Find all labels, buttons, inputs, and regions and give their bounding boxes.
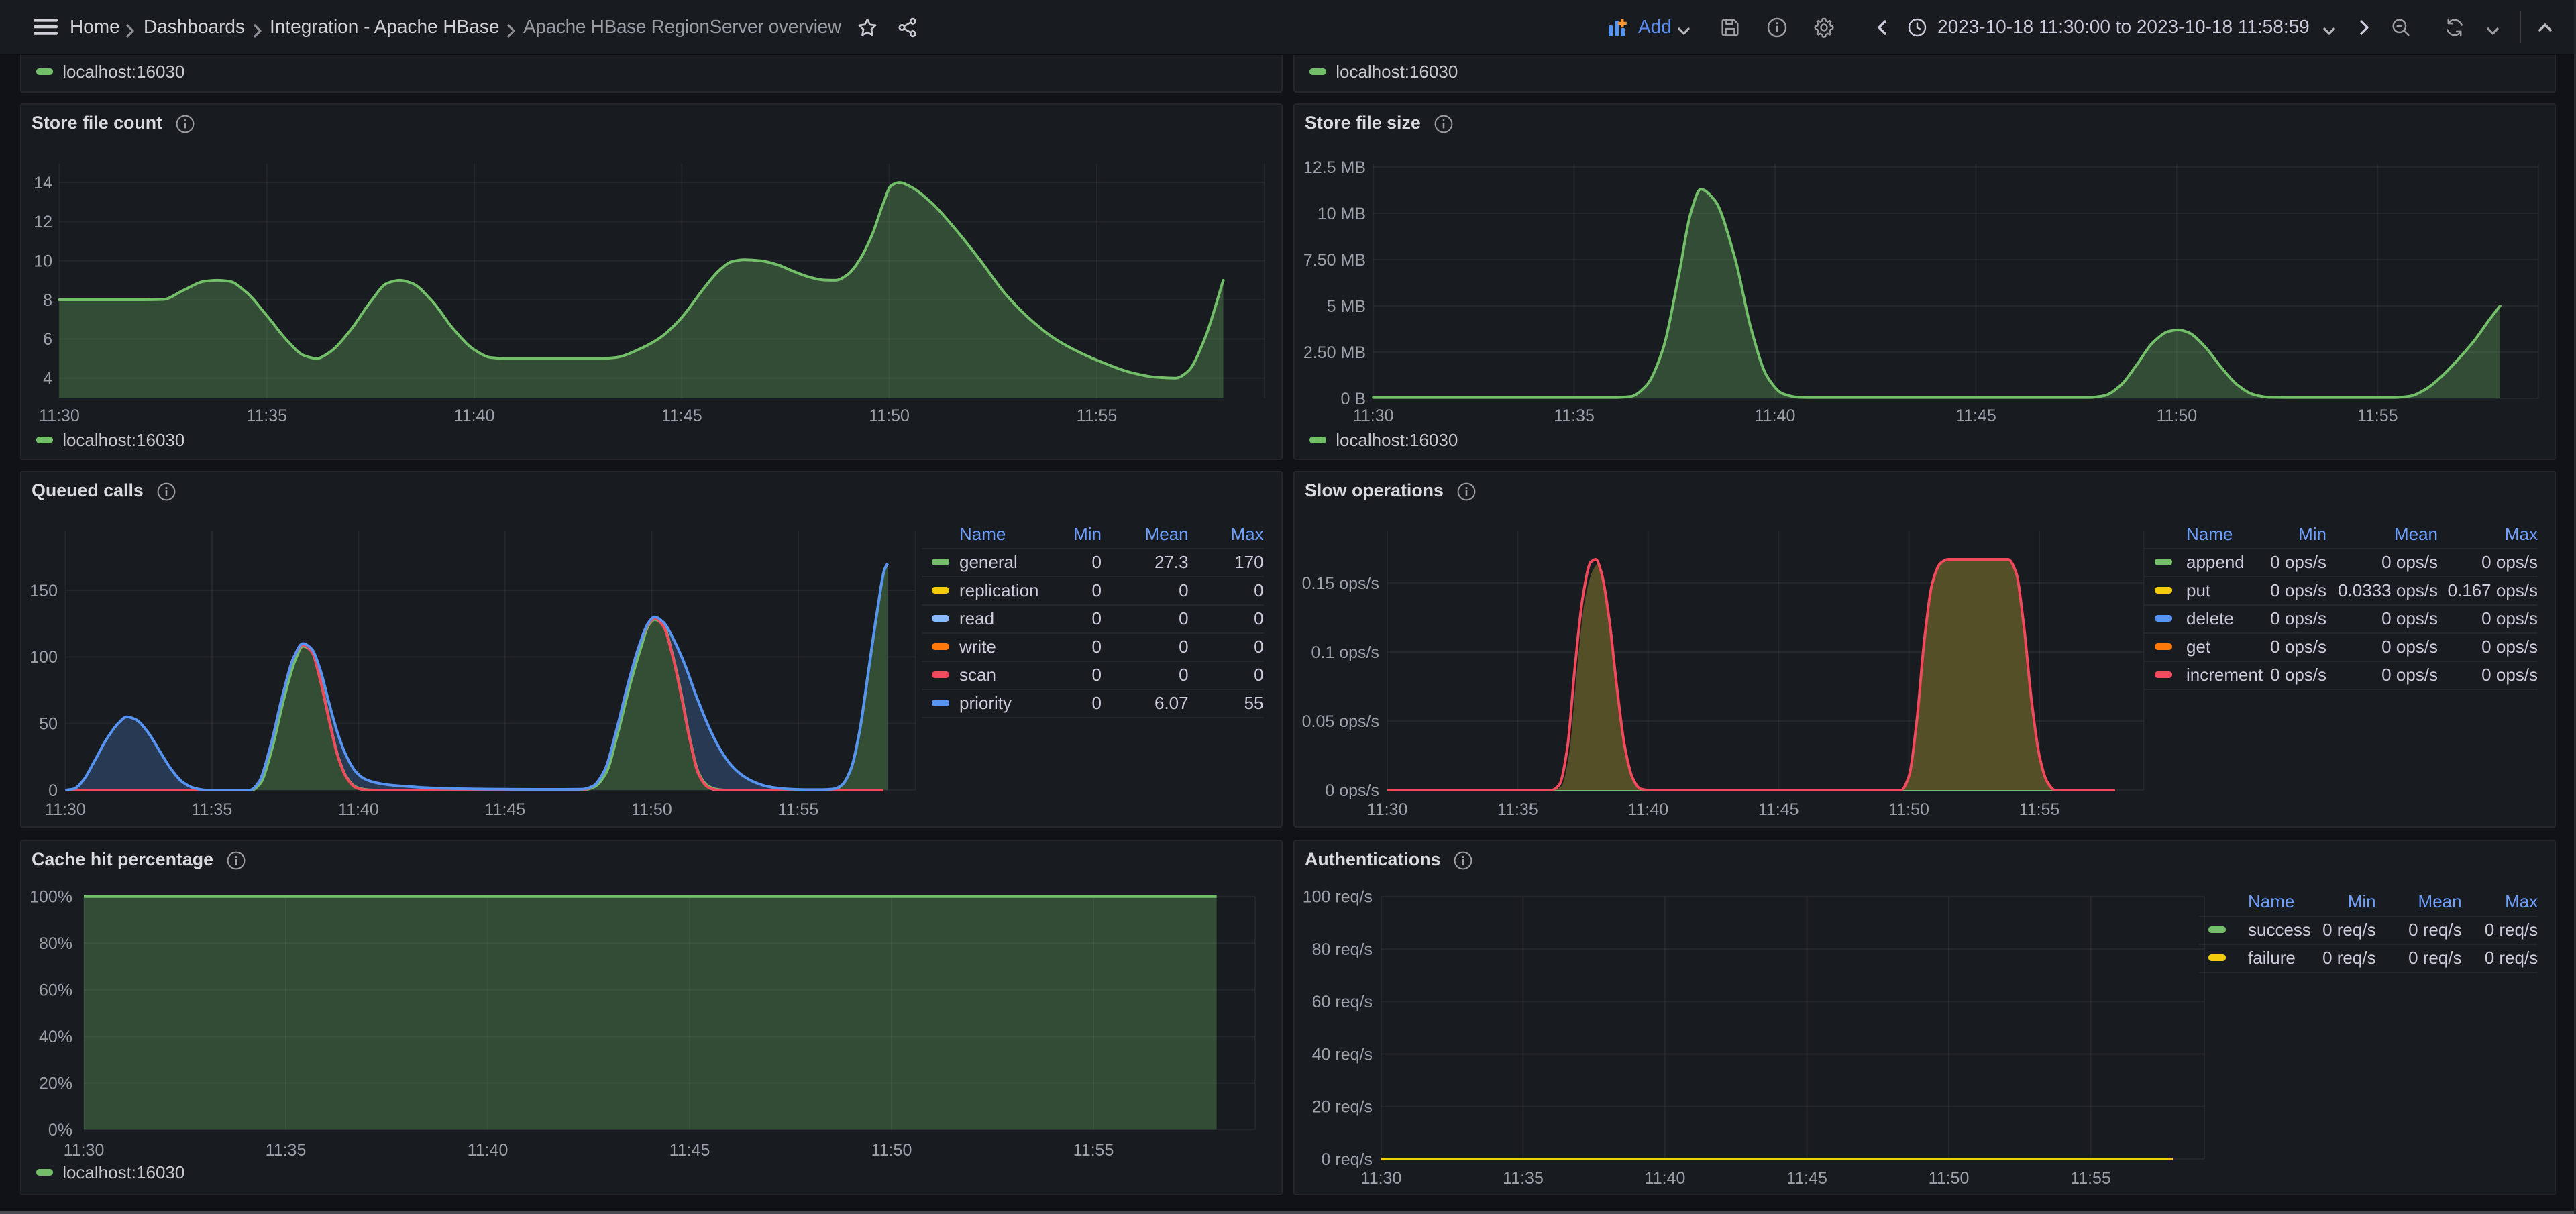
svg-text:11:55: 11:55	[1077, 406, 1118, 425]
svg-text:11:30: 11:30	[1353, 406, 1394, 425]
svg-text:20 req/s: 20 req/s	[1312, 1098, 1373, 1117]
svg-text:11:40: 11:40	[338, 800, 379, 819]
svg-text:5 MB: 5 MB	[1327, 297, 1366, 316]
svg-text:11:35: 11:35	[266, 1141, 307, 1160]
svg-text:11:40: 11:40	[1627, 800, 1668, 819]
svg-text:11:30: 11:30	[45, 800, 86, 819]
svg-text:11:35: 11:35	[1503, 1169, 1544, 1188]
svg-text:80%: 80%	[39, 934, 72, 953]
svg-text:12.5 MB: 12.5 MB	[1303, 158, 1366, 177]
svg-text:11:45: 11:45	[661, 406, 702, 425]
svg-text:11:55: 11:55	[2019, 800, 2060, 819]
svg-text:11:50: 11:50	[2156, 406, 2197, 425]
svg-text:11:55: 11:55	[778, 800, 819, 819]
svg-text:20%: 20%	[39, 1074, 72, 1093]
svg-text:11:30: 11:30	[1361, 1169, 1402, 1188]
svg-text:14: 14	[34, 174, 52, 192]
svg-text:11:40: 11:40	[1755, 406, 1796, 425]
svg-text:6: 6	[43, 330, 52, 349]
svg-text:11:40: 11:40	[454, 406, 495, 425]
svg-text:11:55: 11:55	[2357, 406, 2398, 425]
svg-text:0 B: 0 B	[1340, 390, 1366, 408]
svg-text:11:35: 11:35	[1497, 800, 1538, 819]
svg-text:11:35: 11:35	[1554, 406, 1595, 425]
svg-text:11:45: 11:45	[1786, 1169, 1827, 1188]
svg-text:11:55: 11:55	[2070, 1169, 2111, 1188]
svg-text:0: 0	[48, 781, 58, 800]
svg-text:0.05 ops/s: 0.05 ops/s	[1302, 712, 1379, 731]
svg-text:2.50 MB: 2.50 MB	[1303, 343, 1366, 362]
svg-text:11:45: 11:45	[1955, 406, 1996, 425]
svg-text:12: 12	[34, 213, 52, 231]
svg-text:11:55: 11:55	[1073, 1141, 1114, 1160]
svg-text:11:35: 11:35	[246, 406, 287, 425]
svg-text:11:50: 11:50	[631, 800, 672, 819]
svg-text:11:45: 11:45	[485, 800, 526, 819]
svg-text:11:30: 11:30	[39, 406, 80, 425]
svg-text:11:40: 11:40	[1645, 1169, 1686, 1188]
svg-text:7.50 MB: 7.50 MB	[1303, 251, 1366, 270]
svg-text:11:45: 11:45	[1758, 800, 1799, 819]
svg-text:0%: 0%	[48, 1121, 72, 1140]
svg-text:11:50: 11:50	[1888, 800, 1929, 819]
svg-text:4: 4	[43, 369, 52, 388]
svg-text:0 ops/s: 0 ops/s	[1325, 781, 1379, 800]
svg-text:40 req/s: 40 req/s	[1312, 1045, 1373, 1064]
svg-text:40%: 40%	[39, 1028, 72, 1046]
svg-text:10: 10	[34, 252, 52, 270]
svg-text:11:50: 11:50	[1929, 1169, 1970, 1188]
svg-text:50: 50	[39, 714, 58, 733]
svg-text:11:30: 11:30	[1367, 800, 1408, 819]
svg-text:11:30: 11:30	[64, 1141, 105, 1160]
svg-text:60%: 60%	[39, 981, 72, 1000]
svg-text:11:50: 11:50	[871, 1141, 912, 1160]
svg-text:11:50: 11:50	[869, 406, 910, 425]
svg-text:60 req/s: 60 req/s	[1312, 993, 1373, 1011]
svg-text:0 req/s: 0 req/s	[1322, 1150, 1373, 1169]
svg-text:10 MB: 10 MB	[1318, 205, 1366, 223]
svg-text:8: 8	[43, 291, 52, 310]
svg-text:100%: 100%	[30, 888, 72, 907]
svg-text:11:40: 11:40	[468, 1141, 508, 1160]
svg-text:11:35: 11:35	[192, 800, 233, 819]
svg-text:11:45: 11:45	[669, 1141, 710, 1160]
